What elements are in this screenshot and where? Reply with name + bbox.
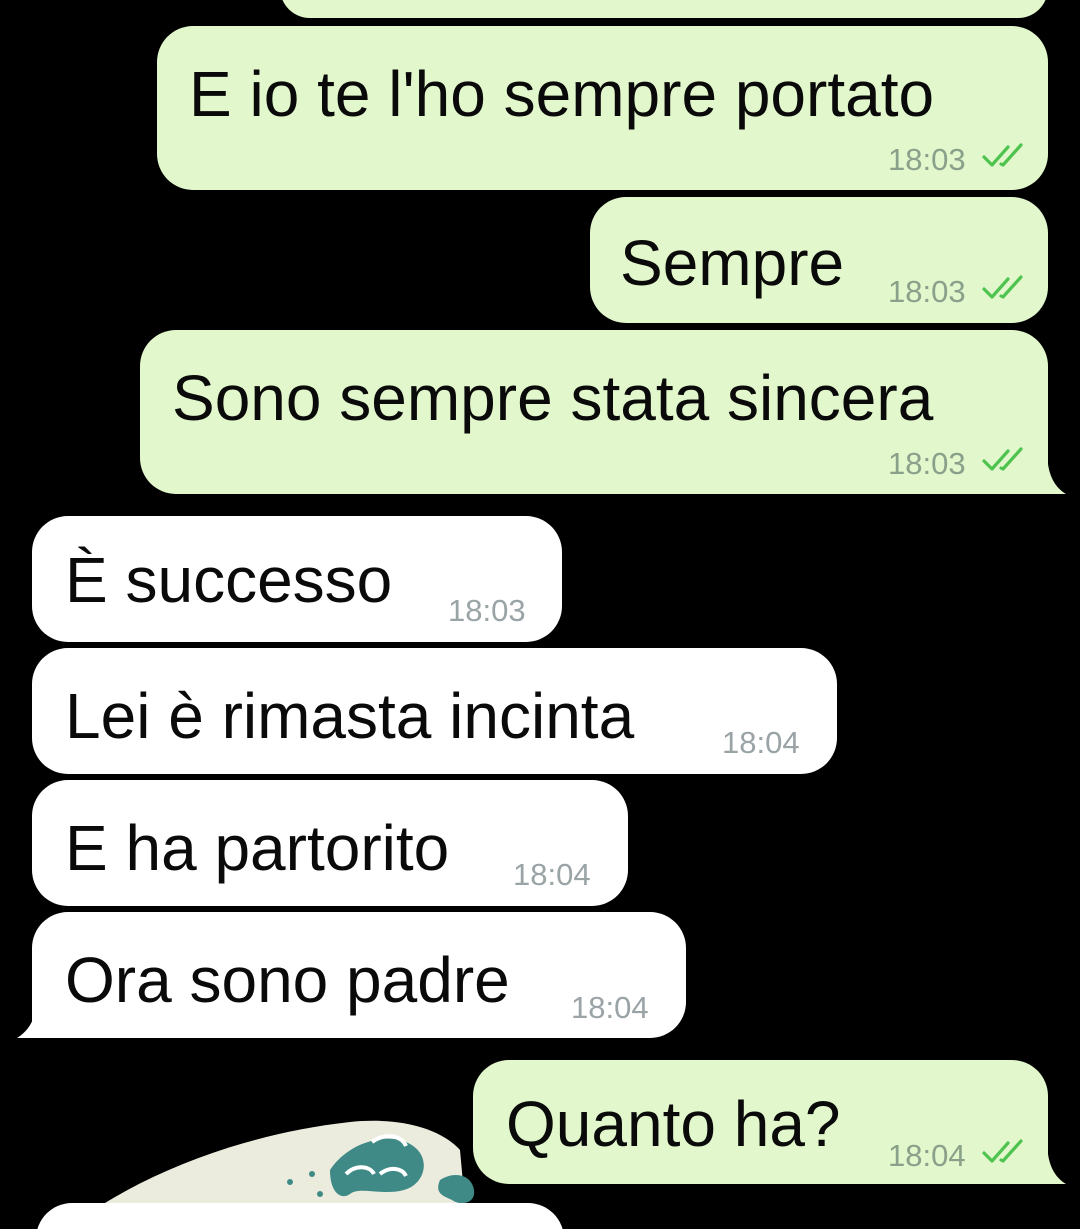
- outgoing-message-bubble[interactable]: Sempre 18:03: [590, 197, 1048, 323]
- incoming-message-bubble[interactable]: E ha partorito 18:04: [32, 780, 628, 906]
- message-time: 18:04: [571, 990, 649, 1025]
- chat-screen: E io te l'ho sempre portato 18:03 Sempre…: [0, 0, 1080, 1229]
- outgoing-message-bubble[interactable]: Sono sempre stata sincera 18:03: [140, 330, 1048, 494]
- outgoing-message-bubble-partial[interactable]: [280, 0, 1048, 18]
- bubble-tail: [1040, 464, 1066, 494]
- message-text: Sono sempre stata sincera: [172, 362, 934, 434]
- message-time: 18:04: [888, 1138, 966, 1173]
- read-double-check-icon: [982, 1139, 1023, 1163]
- message-time: 18:04: [722, 725, 800, 760]
- message-time: 18:03: [888, 142, 966, 177]
- read-double-check-icon: [982, 275, 1023, 299]
- message-time: 18:03: [888, 274, 966, 309]
- incoming-message-bubble-partial[interactable]: [36, 1203, 564, 1229]
- message-text: E io te l'ho sempre portato: [189, 58, 935, 130]
- incoming-message-bubble[interactable]: Ora sono padre 18:04: [32, 912, 686, 1038]
- message-text: È successo: [65, 544, 393, 616]
- message-text: E ha partorito: [65, 812, 450, 884]
- message-text: Sempre: [620, 227, 845, 299]
- message-text: Ora sono padre: [65, 944, 510, 1016]
- read-double-check-icon: [982, 447, 1023, 471]
- message-time: 18:03: [888, 446, 966, 481]
- outgoing-message-bubble[interactable]: Quanto ha? 18:04: [473, 1060, 1048, 1184]
- incoming-message-bubble[interactable]: Lei è rimasta incinta 18:04: [32, 648, 837, 774]
- message-time: 18:04: [513, 857, 591, 892]
- message-text: Lei è rimasta incinta: [65, 680, 635, 752]
- message-text: Quanto ha?: [506, 1088, 841, 1160]
- outgoing-message-bubble[interactable]: E io te l'ho sempre portato 18:03: [157, 26, 1048, 190]
- read-double-check-icon: [982, 143, 1023, 167]
- message-time: 18:03: [448, 593, 526, 628]
- incoming-message-bubble[interactable]: È successo 18:03: [32, 516, 562, 642]
- bubble-tail: [17, 1008, 44, 1038]
- bubble-tail: [1040, 1154, 1066, 1184]
